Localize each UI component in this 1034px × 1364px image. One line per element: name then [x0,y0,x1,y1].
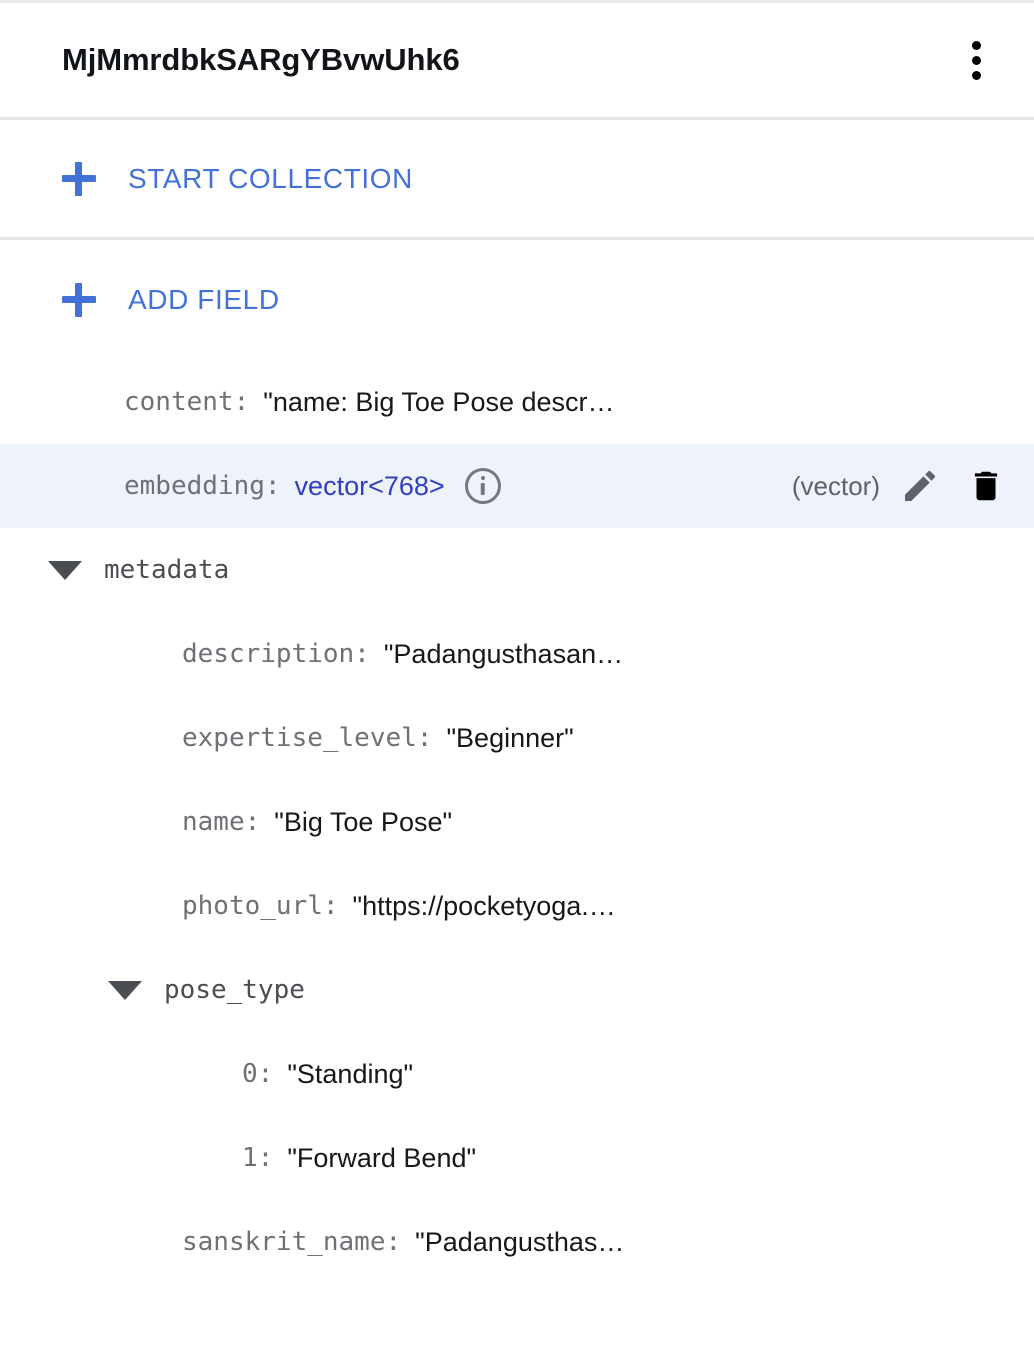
field-key-name: name: [182,807,260,837]
field-key-pose-type-0: 0: [242,1059,273,1089]
field-value-pose-type-0: "Standing" [287,1059,413,1090]
field-value-sanskrit-name: "Padangusthas… [415,1227,624,1258]
overflow-dot [972,71,981,80]
field-key-metadata: metadata [104,555,229,585]
info-icon[interactable] [465,468,501,504]
document-header: MjMmrdbkSARgYBvwUhk6 [0,3,1034,120]
field-row-pose-type-1[interactable]: 1: "Forward Bend" [0,1116,1034,1200]
field-value-name: "Big Toe Pose" [274,807,452,838]
field-row-pose-type[interactable]: pose_type [0,948,1034,1032]
caret-down-icon[interactable] [108,981,142,1000]
field-type-note-embedding: (vector) [792,471,880,502]
field-key-expertise-level: expertise_level: [182,723,432,753]
field-row-metadata[interactable]: metadata [0,528,1034,612]
trash-icon[interactable] [960,460,1012,512]
field-key-pose-type: pose_type [164,975,305,1005]
overflow-menu-icon[interactable] [946,30,1006,90]
firestore-document-panel: MjMmrdbkSARgYBvwUhk6 START COLLECTION AD… [0,0,1034,1364]
field-key-photo-url: photo_url: [182,891,339,921]
field-value-embedding-vector-link[interactable]: vector<768> [295,471,445,502]
field-row-content[interactable]: content: "name: Big Toe Pose descr… [0,360,1034,444]
start-collection-button[interactable]: START COLLECTION [0,120,1034,240]
field-value-photo-url: "https://pocketyoga.… [353,891,616,922]
field-key-description: description: [182,639,370,669]
caret-down-icon[interactable] [48,561,82,580]
overflow-dot [972,56,981,65]
field-value-pose-type-1: "Forward Bend" [287,1143,476,1174]
field-row-sanskrit-name[interactable]: sanskrit_name: "Padangusthas… [0,1200,1034,1284]
start-collection-label: START COLLECTION [128,163,413,195]
field-value-expertise-level: "Beginner" [446,723,573,754]
pencil-icon[interactable] [894,460,946,512]
add-field-label: ADD FIELD [128,284,280,316]
field-row-photo-url[interactable]: photo_url: "https://pocketyoga.… [0,864,1034,948]
field-key-content: content: [124,387,249,417]
field-key-sanskrit-name: sanskrit_name: [182,1227,401,1257]
field-row-expertise-level[interactable]: expertise_level: "Beginner" [0,696,1034,780]
plus-icon [62,162,96,196]
field-key-embedding: embedding: [124,471,281,501]
field-row-embedding[interactable]: embedding: vector<768> (vector) [0,444,1034,528]
add-field-button[interactable]: ADD FIELD [0,240,1034,360]
field-value-description: "Padangusthasan… [384,639,623,670]
field-row-description[interactable]: description: "Padangusthasan… [0,612,1034,696]
field-key-pose-type-1: 1: [242,1143,273,1173]
document-id-title: MjMmrdbkSARgYBvwUhk6 [62,42,460,78]
field-row-pose-type-0[interactable]: 0: "Standing" [0,1032,1034,1116]
plus-icon [62,283,96,317]
field-value-content: "name: Big Toe Pose descr… [263,387,614,418]
field-row-name[interactable]: name: "Big Toe Pose" [0,780,1034,864]
overflow-dot [972,41,981,50]
